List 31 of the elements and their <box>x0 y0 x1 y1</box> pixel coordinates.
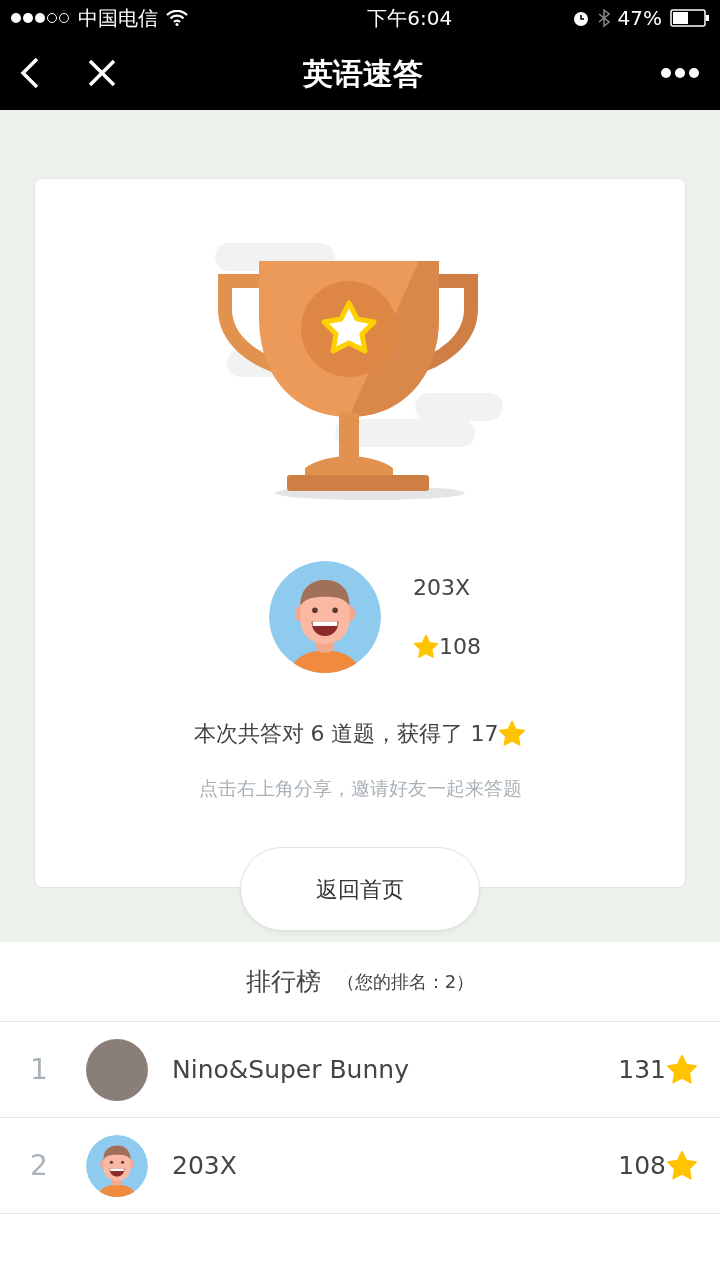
more-icon[interactable] <box>660 67 700 79</box>
star-icon <box>498 719 527 748</box>
star-count: 108 <box>618 1149 666 1182</box>
status-time: 下午6:04 <box>367 5 453 32</box>
bluetooth-icon <box>597 8 610 28</box>
star-icon <box>666 1053 698 1086</box>
alarm-icon <box>571 9 590 27</box>
player-name: 203X <box>172 1149 238 1182</box>
result-summary: 本次共答对 6 道题，获得了 17 <box>193 720 499 748</box>
close-icon[interactable] <box>88 59 116 87</box>
player-star-count: 108 <box>439 633 481 661</box>
rank-number: 2 <box>30 1147 49 1184</box>
my-rank: （您的排名：2） <box>336 970 475 994</box>
carrier-name: 中国电信 <box>78 5 158 32</box>
star-icon <box>413 633 439 660</box>
player-name: Nino&Super Bunny <box>172 1053 410 1086</box>
player-name: 203X <box>413 574 472 602</box>
ranking-title: 排行榜 <box>245 965 321 998</box>
battery-percent: 47% <box>617 5 662 32</box>
rank-number: 1 <box>30 1051 49 1088</box>
back-icon[interactable] <box>20 57 40 89</box>
avatar-icon <box>86 1134 148 1197</box>
wifi-icon <box>166 10 188 26</box>
page-title: 英语速答 <box>303 55 423 91</box>
star-icon <box>666 1149 698 1182</box>
star-count: 131 <box>618 1053 666 1086</box>
signal-icon <box>10 12 70 24</box>
avatar-icon <box>269 561 381 673</box>
battery-icon <box>670 9 710 27</box>
share-hint: 点击右上角分享，邀请好友一起来答题 <box>198 776 522 801</box>
home-button[interactable]: 返回首页 <box>240 847 480 931</box>
